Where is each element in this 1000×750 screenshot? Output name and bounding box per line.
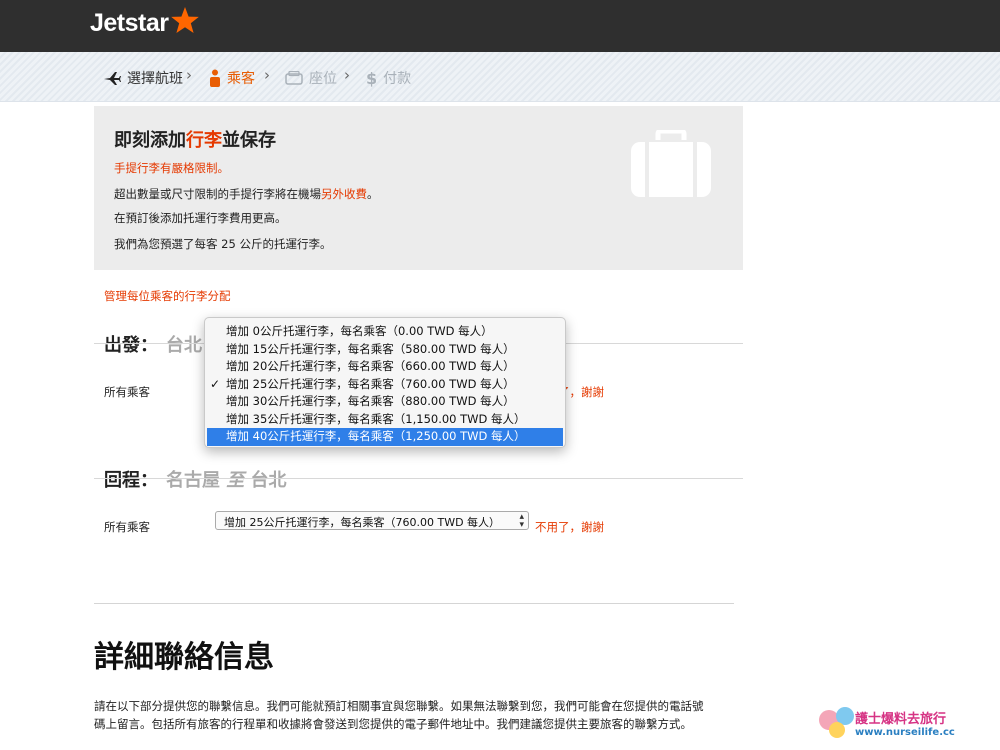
- dropdown-option[interactable]: 增加 0公斤托運行李，每名乘客（0.00 TWD 每人）: [205, 323, 565, 341]
- return-heading: 回程： 名古屋 至 台北: [104, 470, 287, 491]
- step-label: 付款: [383, 71, 412, 87]
- top-header: Jetstar: [0, 0, 1000, 52]
- chevron-right-icon: ›: [344, 66, 350, 84]
- promo-line-later-cost: 在預訂後添加托運行李費用更高。: [114, 211, 287, 225]
- chevron-right-icon: ›: [186, 66, 192, 84]
- step-label: 座位: [309, 71, 337, 87]
- promo-line-carryon-limit: 手提行李有嚴格限制。: [114, 161, 229, 175]
- watermark-title: 護士爆料去旅行: [855, 712, 947, 727]
- select-value: 增加 25公斤托運行李，每名乘客（760.00 TWD 每人）: [224, 516, 501, 529]
- select-arrows-icon: ▴ ▾: [519, 512, 524, 530]
- promo-title: 即刻添加行李並保存: [114, 130, 276, 151]
- promo-line-extra-fee: 超出數量或尺寸限制的手提行李將在機場另外收費。: [114, 187, 379, 201]
- watermark-logo: 護士爆料去旅行 www.nurseilife.cc: [815, 700, 995, 746]
- baggage-promo-box: 即刻添加行李並保存 手提行李有嚴格限制。 超出數量或尺寸限制的手提行李將在機場另…: [94, 106, 743, 270]
- baggage-options-dropdown[interactable]: 增加 0公斤托運行李，每名乘客（0.00 TWD 每人） 增加 15公斤托運行李…: [204, 317, 566, 448]
- jetstar-logo[interactable]: Jetstar: [90, 9, 169, 38]
- dropdown-option[interactable]: 增加 35公斤托運行李，每名乘客（1,150.00 TWD 每人）: [205, 411, 565, 429]
- suitcase-icon: [631, 130, 711, 197]
- dropdown-option[interactable]: 增加 20公斤托運行李，每名乘客（660.00 TWD 每人）: [205, 358, 565, 376]
- step-select-flight[interactable]: 選擇航班: [103, 68, 183, 88]
- section-divider: [94, 603, 734, 604]
- checkmark-icon: ✓: [210, 376, 221, 391]
- dollar-icon: $: [366, 68, 378, 88]
- contact-section-title: 詳細聯絡信息: [94, 640, 274, 675]
- booking-steps: 選擇航班 › 乘客 › 座位 › $ 付款: [0, 52, 1000, 102]
- manage-baggage-link[interactable]: 管理每位乘客的行李分配: [104, 288, 231, 304]
- return-decline-link[interactable]: 不用了，謝謝: [535, 519, 604, 535]
- star-logo-icon: [171, 7, 199, 33]
- dropdown-option[interactable]: 增加 30公斤托運行李，每名乘客（880.00 TWD 每人）: [205, 393, 565, 411]
- seat-icon: [285, 71, 303, 85]
- promo-line-preselected: 我們為您預選了每客 25 公斤的托運行李。: [114, 237, 332, 251]
- departure-heading: 出發： 台北: [104, 335, 202, 356]
- watermark-url: www.nurseilife.cc: [855, 727, 955, 738]
- dropdown-option[interactable]: ✓ 增加 25公斤托運行李，每名乘客（760.00 TWD 每人）: [205, 376, 565, 394]
- step-passengers[interactable]: 乘客: [209, 68, 255, 88]
- contact-instructions: 請在以下部分提供您的聯繫信息。我們可能就預訂相關事宜與您聯繫。如果無法聯繫到您，…: [94, 699, 704, 731]
- plane-icon: [103, 70, 121, 86]
- step-label: 乘客: [227, 71, 255, 87]
- step-seat[interactable]: 座位: [285, 68, 337, 88]
- dropdown-option[interactable]: 增加 15公斤托運行李，每名乘客（580.00 TWD 每人）: [205, 341, 565, 359]
- return-passengers-label: 所有乘客: [104, 520, 150, 534]
- person-icon: [209, 69, 221, 87]
- step-payment[interactable]: $ 付款: [366, 68, 411, 88]
- return-baggage-select[interactable]: 增加 25公斤托運行李，每名乘客（760.00 TWD 每人） ▴ ▾: [215, 511, 529, 530]
- chevron-right-icon: ›: [264, 66, 270, 84]
- departure-passengers-label: 所有乘客: [104, 385, 150, 399]
- dropdown-option-highlighted[interactable]: 增加 40公斤托運行李，每名乘客（1,250.00 TWD 每人）: [207, 428, 563, 446]
- divider: [94, 478, 743, 479]
- step-label: 選擇航班: [127, 71, 183, 87]
